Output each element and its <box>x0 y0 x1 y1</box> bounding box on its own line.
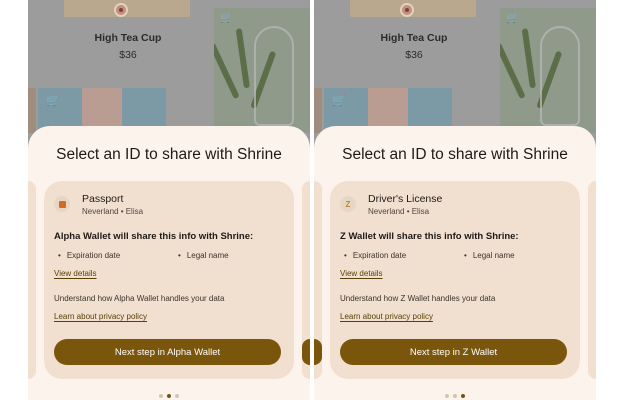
credential-name: Driver's License <box>368 193 443 205</box>
bottom-sheet: Select an ID to share with Shrine Z Driv… <box>314 126 596 400</box>
pager-dot[interactable] <box>453 394 457 398</box>
phone-screen-z-wallet: High Tea Cup $36 🛒 🛒 Select an ID to sha… <box>314 0 596 400</box>
saucer-icon <box>114 3 128 17</box>
passport-icon <box>54 196 70 212</box>
hand-sculpture-shape <box>254 26 294 126</box>
pager-dots <box>28 394 310 398</box>
attribute-expiration-date: Expiration date <box>58 251 120 260</box>
pager-dot-active[interactable] <box>167 394 171 398</box>
tea-cup-image[interactable] <box>350 0 476 17</box>
partial-product-image <box>28 88 36 133</box>
pager-dot[interactable] <box>445 394 449 398</box>
bottom-sheet: Select an ID to share with Shrine Passpo… <box>28 126 310 400</box>
z-wallet-letter: Z <box>345 199 351 209</box>
next-card-peek[interactable] <box>588 181 596 379</box>
passport-glyph <box>58 200 66 208</box>
next-step-button[interactable]: Next step in Z Wallet <box>340 339 567 365</box>
pager-dots <box>314 394 596 398</box>
plant-image[interactable]: 🛒 <box>214 8 310 133</box>
screenshot-root: High Tea Cup $36 🛒 🛒 Select an ID to sha… <box>0 0 622 400</box>
sheet-title: Select an ID to share with Shrine <box>342 146 568 163</box>
privacy-policy-link[interactable]: Learn about privacy policy <box>340 312 433 321</box>
attribute-expiration-date: Expiration date <box>344 251 406 260</box>
sheet-title: Select an ID to share with Shrine <box>56 146 282 163</box>
previous-card-button-peek[interactable] <box>314 339 322 365</box>
attribute-legal-name: Legal name <box>464 251 515 260</box>
next-card-button-peek[interactable] <box>302 339 310 365</box>
view-details-link[interactable]: View details <box>54 269 97 278</box>
phone-screen-alpha-wallet: High Tea Cup $36 🛒 🛒 Select an ID to sha… <box>28 0 310 400</box>
saucer-icon <box>400 3 414 17</box>
leaf-shape <box>235 28 250 89</box>
credential-subtitle: Neverland • Elisa <box>82 207 144 216</box>
pager-dot[interactable] <box>159 394 163 398</box>
add-to-cart-icon[interactable]: 🛒 <box>506 13 518 24</box>
product-price: $36 <box>405 49 423 61</box>
leaf-shape <box>521 28 536 89</box>
share-heading: Z Wallet will share this info with Shrin… <box>340 231 519 242</box>
pager-dot[interactable] <box>175 394 179 398</box>
data-handling-text: Understand how Alpha Wallet handles your… <box>54 294 225 303</box>
credential-card: Passport Neverland • Elisa Alpha Wallet … <box>44 181 294 379</box>
add-to-cart-icon[interactable]: 🛒 <box>46 94 60 107</box>
product-name: High Tea Cup <box>380 32 448 44</box>
next-step-button[interactable]: Next step in Alpha Wallet <box>54 339 281 365</box>
view-details-link[interactable]: View details <box>340 269 383 278</box>
attribute-legal-name: Legal name <box>178 251 229 260</box>
credential-name: Passport <box>82 193 124 205</box>
share-heading: Alpha Wallet will share this info with S… <box>54 231 254 242</box>
privacy-policy-link[interactable]: Learn about privacy policy <box>54 312 147 321</box>
plant-image[interactable]: 🛒 <box>500 8 596 133</box>
product-price: $36 <box>119 49 137 61</box>
leaf-shape <box>214 42 240 100</box>
hand-sculpture-shape <box>540 26 580 126</box>
previous-card-peek[interactable] <box>28 181 36 379</box>
partial-product-image <box>314 88 322 133</box>
credential-subtitle: Neverland • Elisa <box>368 207 430 216</box>
leaf-shape <box>500 42 526 100</box>
data-handling-text: Understand how Z Wallet handles your dat… <box>340 294 496 303</box>
z-wallet-icon: Z <box>340 196 356 212</box>
tea-cup-image[interactable] <box>64 0 190 17</box>
add-to-cart-icon[interactable]: 🛒 <box>332 94 346 107</box>
add-to-cart-icon[interactable]: 🛒 <box>220 13 232 24</box>
product-name: High Tea Cup <box>94 32 162 44</box>
credential-card: Z Driver's License Neverland • Elisa Z W… <box>330 181 580 379</box>
pager-dot-active[interactable] <box>461 394 465 398</box>
